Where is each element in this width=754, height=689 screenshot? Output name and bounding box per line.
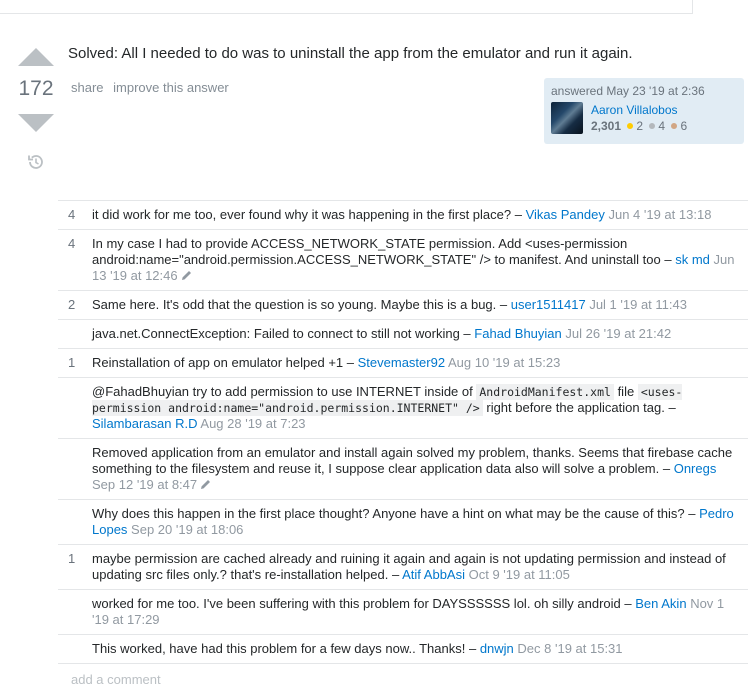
comment-text: @FahadBhuyian try to add permission to u… [92, 384, 473, 399]
comment-text: java.net.ConnectException: Failed to con… [92, 326, 471, 341]
comment-user-link[interactable]: Vikas Pandey [526, 207, 605, 222]
comment-date[interactable]: Dec 8 '19 at 15:31 [517, 641, 622, 656]
comment-date[interactable]: Aug 28 '19 at 7:23 [200, 416, 305, 431]
comment-row: Removed application from an emulator and… [58, 438, 748, 499]
comment-score [58, 445, 92, 493]
comment-row: 1 Reinstallation of app on emulator help… [58, 348, 748, 377]
history-icon[interactable] [27, 153, 45, 171]
comment-user-link[interactable]: Silambarasan R.D [92, 416, 198, 431]
user-card: answered May 23 '19 at 2:36 Aaron Villal… [544, 78, 744, 144]
add-comment-link[interactable]: add a comment [71, 672, 161, 687]
comment-text: right before the application tag. – [486, 400, 676, 415]
comment-row: java.net.ConnectException: Failed to con… [58, 319, 748, 348]
avatar[interactable] [551, 102, 583, 134]
comment-row: @FahadBhuyian try to add permission to u… [58, 377, 748, 438]
comment-date[interactable]: Oct 9 '19 at 11:05 [469, 567, 570, 582]
upvote-arrow-icon[interactable] [18, 48, 54, 66]
comment-score: 4 [68, 207, 76, 222]
comment-user-link[interactable]: sk md [675, 252, 710, 267]
silver-badge-icon [649, 123, 656, 129]
comment-user-link[interactable]: Ben Akin [635, 596, 686, 611]
gold-badge: 2 [627, 119, 643, 133]
pencil-icon [181, 271, 191, 280]
comment-text: it did work for me too, ever found why i… [92, 207, 522, 222]
comment-score [58, 596, 92, 628]
comment-user-link[interactable]: Atif AbbAsi [402, 567, 465, 582]
comment-date[interactable]: Jul 1 '19 at 11:43 [589, 297, 687, 312]
comment-text: This worked, have had this problem for a… [92, 641, 477, 656]
comment-text: Why does this happen in the first place … [92, 506, 696, 521]
comment-user-link[interactable]: dnwjn [480, 641, 514, 656]
bronze-badge-icon [671, 123, 678, 129]
comment-date[interactable]: Jul 26 '19 at 21:42 [565, 326, 671, 341]
vote-column: 172 [14, 48, 58, 171]
vote-count: 172 [18, 77, 54, 100]
comment-text: Reinstallation of app on emulator helped… [92, 355, 354, 370]
comment-date[interactable]: Jun 4 '19 at 13:18 [608, 207, 711, 222]
comment-score: 1 [68, 551, 76, 566]
code-snippet: AndroidManifest.xml [476, 384, 614, 400]
share-link[interactable]: share [71, 80, 104, 95]
comment-row: 4 it did work for me too, ever found why… [58, 200, 748, 229]
comment-score [58, 506, 92, 538]
improve-answer-link[interactable]: improve this answer [113, 80, 229, 95]
comment-date[interactable]: Sep 20 '19 at 18:06 [131, 522, 243, 537]
answer-body: Solved: All I needed to do was to uninst… [68, 45, 633, 62]
user-name-link[interactable]: Aaron Villalobos [591, 102, 687, 118]
comment-row: 4 In my case I had to provide ACCESS_NET… [58, 229, 748, 290]
comment-text: In my case I had to provide ACCESS_NETWO… [92, 236, 672, 267]
comment-text: file [617, 384, 635, 399]
comment-score: 1 [68, 355, 76, 370]
comment-score: 4 [68, 236, 76, 251]
silver-badge: 4 [649, 119, 665, 133]
comment-score [58, 641, 92, 657]
comment-row: worked for me too. I've been suffering w… [58, 589, 748, 634]
comment-date[interactable]: Sep 12 '19 at 8:47 [92, 477, 197, 492]
comment-user-link[interactable]: Onregs [674, 461, 717, 476]
comment-text: Same here. It's odd that the question is… [92, 297, 508, 312]
pencil-icon [201, 480, 211, 489]
comment-user-link[interactable]: Stevemaster92 [358, 355, 445, 370]
comment-user-link[interactable]: user1511417 [511, 297, 586, 312]
reputation-score: 2,301 [591, 119, 622, 133]
downvote-arrow-icon[interactable] [18, 114, 54, 132]
gold-badge-icon [627, 123, 634, 129]
user-stats: 2,301 2 4 6 [591, 118, 687, 134]
comment-score [58, 384, 92, 432]
comments-list: 4 it did work for me too, ever found why… [58, 200, 748, 664]
comment-row: 1 maybe permission are cached already an… [58, 544, 748, 589]
comment-score: 2 [68, 297, 76, 312]
comment-date[interactable]: Aug 10 '19 at 15:23 [448, 355, 560, 370]
comment-row: This worked, have had this problem for a… [58, 634, 748, 664]
comment-score [58, 326, 92, 342]
comment-row: Why does this happen in the first place … [58, 499, 748, 544]
post-menu: share improve this answer [71, 80, 235, 95]
answered-timestamp[interactable]: answered May 23 '19 at 2:36 [551, 84, 737, 98]
bronze-badge: 6 [671, 119, 687, 133]
comment-text: Removed application from an emulator and… [92, 445, 733, 476]
comment-row: 2 Same here. It's odd that the question … [58, 290, 748, 319]
comment-text: worked for me too. I've been suffering w… [92, 596, 632, 611]
question-box-edge [0, 0, 693, 14]
comment-user-link[interactable]: Fahad Bhuyian [474, 326, 561, 341]
